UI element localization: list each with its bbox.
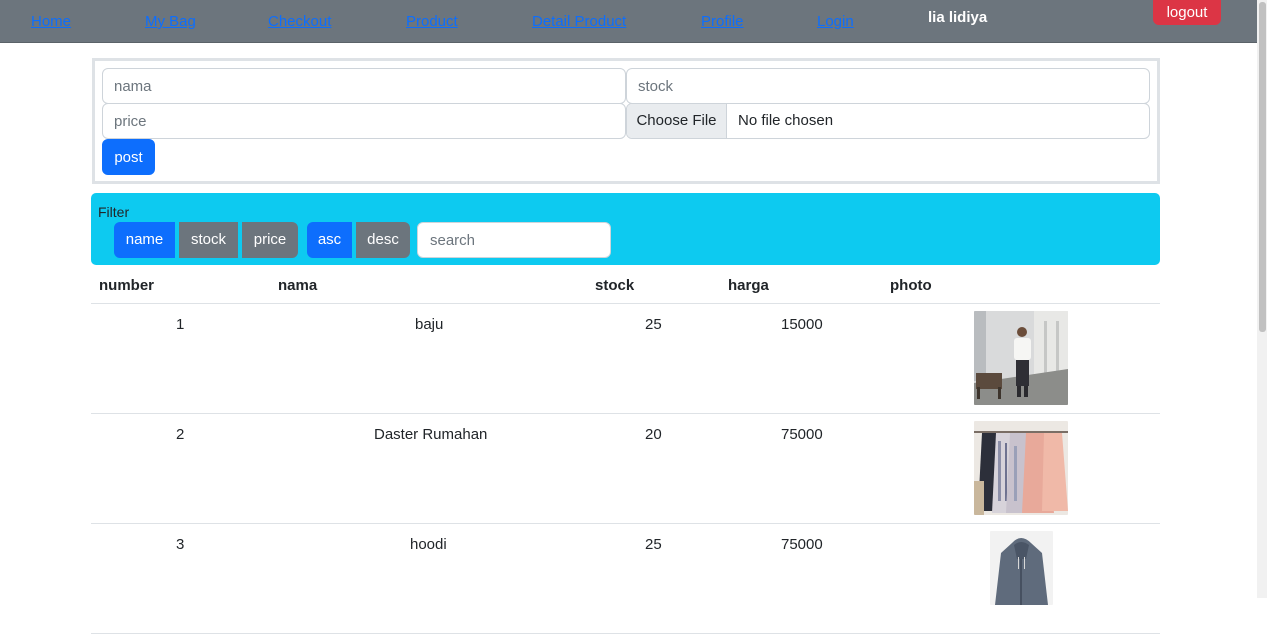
cell-harga: 15000 bbox=[781, 316, 823, 333]
table-row: 1 baju 25 15000 bbox=[91, 304, 1160, 414]
nav-link-profile[interactable]: Profile bbox=[701, 13, 744, 30]
cell-stock: 25 bbox=[645, 536, 662, 553]
col-header-nama: nama bbox=[278, 277, 318, 294]
col-header-harga: harga bbox=[728, 277, 769, 294]
cell-harga: 75000 bbox=[781, 426, 823, 443]
cell-nama: Daster Rumahan bbox=[374, 426, 488, 443]
cell-harga: 75000 bbox=[781, 536, 823, 553]
cell-number: 2 bbox=[176, 426, 185, 443]
scrollbar-thumb[interactable] bbox=[1259, 2, 1266, 332]
product-photo-dresses-on-rack bbox=[974, 421, 1068, 515]
nav-link-detail-product[interactable]: Detail Product bbox=[532, 13, 626, 30]
nav-link-my-bag[interactable]: My Bag bbox=[145, 13, 196, 30]
nav-link-checkout[interactable]: Checkout bbox=[268, 13, 331, 30]
sort-asc-button[interactable]: asc bbox=[307, 222, 352, 258]
choose-file-button[interactable]: Choose File bbox=[627, 104, 727, 138]
nav-link-login[interactable]: Login bbox=[817, 13, 854, 30]
product-photo-gray-hoodie bbox=[990, 531, 1053, 605]
filter-panel: Filter name stock price asc desc bbox=[91, 193, 1160, 265]
col-header-stock: stock bbox=[595, 277, 635, 294]
cell-nama: baju bbox=[415, 316, 444, 333]
navbar: Home My Bag Checkout Product Detail Prod… bbox=[0, 0, 1257, 43]
filter-label: Filter bbox=[98, 204, 130, 220]
nama-input[interactable] bbox=[102, 68, 626, 104]
sort-by-stock-button[interactable]: stock bbox=[179, 222, 238, 258]
table-row: 2 Daster Rumahan 20 75000 bbox=[91, 414, 1160, 524]
col-header-photo: photo bbox=[890, 277, 932, 294]
username-label: lia lidiya bbox=[928, 9, 988, 26]
cell-stock: 20 bbox=[645, 426, 662, 443]
cell-number: 3 bbox=[176, 536, 185, 553]
cell-nama: hoodi bbox=[410, 536, 447, 553]
nav-link-product[interactable]: Product bbox=[406, 13, 458, 30]
logout-button[interactable]: logout bbox=[1153, 0, 1221, 25]
sort-desc-button[interactable]: desc bbox=[356, 222, 410, 258]
page-scrollbar[interactable] bbox=[1257, 0, 1267, 598]
search-input[interactable] bbox=[417, 222, 611, 258]
nav-link-home[interactable]: Home bbox=[31, 13, 71, 30]
cell-stock: 25 bbox=[645, 316, 662, 333]
photo-file-input[interactable]: Choose File No file chosen bbox=[626, 103, 1150, 139]
product-photo-man-white-shirt bbox=[974, 311, 1068, 405]
table-header: number nama stock harga photo bbox=[91, 266, 1160, 304]
post-button[interactable]: post bbox=[102, 139, 155, 175]
sort-by-price-button[interactable]: price bbox=[242, 222, 298, 258]
file-status-text: No file chosen bbox=[738, 112, 834, 129]
col-header-number: number bbox=[99, 277, 155, 294]
stock-input[interactable] bbox=[626, 68, 1150, 104]
cell-number: 1 bbox=[176, 316, 185, 333]
table-row: 3 hoodi 25 75000 bbox=[91, 524, 1160, 634]
price-input[interactable] bbox=[102, 103, 626, 139]
sort-by-name-button[interactable]: name bbox=[114, 222, 175, 258]
